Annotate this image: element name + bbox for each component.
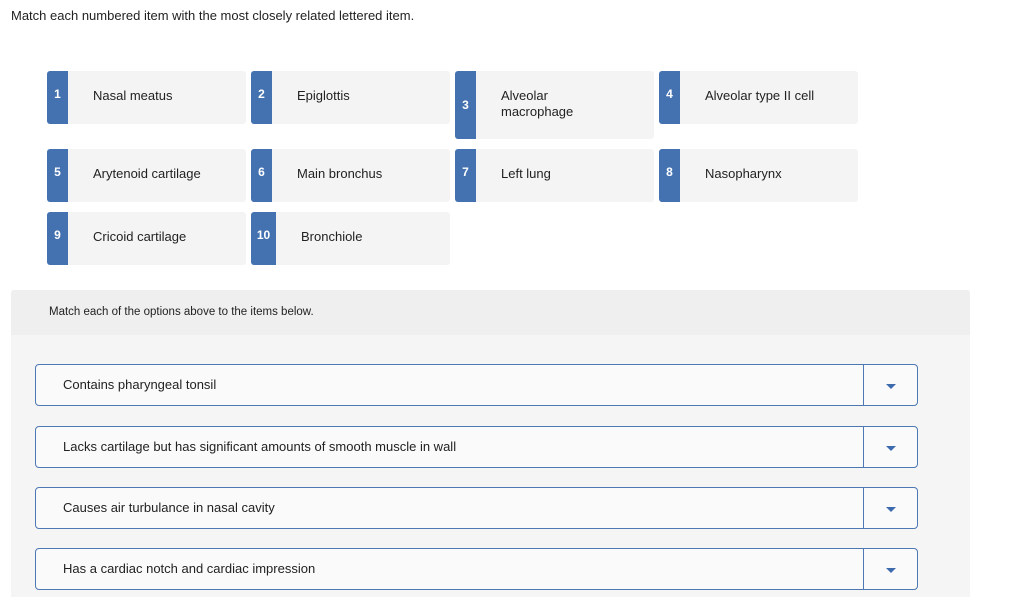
matching-panel: Match each of the options above to the i…: [11, 290, 970, 597]
caret-down-icon: [885, 384, 896, 389]
instruction-text: Match each numbered item with the most c…: [11, 8, 415, 23]
select-prompt: Has a cardiac notch and cardiac impressi…: [63, 561, 316, 576]
numbered-item[interactable]: 1 Nasal meatus: [47, 71, 246, 124]
numbered-item[interactable]: 9 Cricoid cartilage: [47, 212, 246, 265]
item-label: Left lung: [501, 166, 551, 181]
numbered-item[interactable]: 7 Left lung: [455, 149, 654, 202]
item-number: 4: [666, 86, 673, 101]
item-number: 1: [54, 86, 61, 101]
item-number-badge: 1: [47, 71, 68, 124]
items-row: 1 Nasal meatus 2 Epiglottis 3 Alveolar m…: [47, 71, 859, 139]
item-number-badge: 10: [251, 212, 276, 265]
item-label: Alveolar type II cell: [705, 88, 815, 103]
match-select[interactable]: Causes air turbulance in nasal cavity: [35, 487, 918, 529]
match-select[interactable]: Lacks cartilage but has significant amou…: [35, 426, 918, 468]
numbered-item[interactable]: 2 Epiglottis: [251, 71, 450, 124]
item-number: 10: [256, 227, 271, 242]
match-select[interactable]: Has a cardiac notch and cardiac impressi…: [35, 548, 918, 590]
item-number-badge: 3: [455, 71, 476, 139]
numbered-items-grid: 1 Nasal meatus 2 Epiglottis 3 Alveolar m…: [47, 71, 859, 275]
caret-down-icon: [885, 568, 896, 573]
item-number: 5: [54, 164, 61, 179]
item-number-badge: 6: [251, 149, 272, 202]
items-row: 5 Arytenoid cartilage 6 Main bronchus 7 …: [47, 149, 859, 202]
item-label: Nasopharynx: [705, 166, 782, 181]
item-number-badge: 5: [47, 149, 68, 202]
items-row: 9 Cricoid cartilage 10 Bronchiole: [47, 212, 859, 265]
select-prompt: Contains pharyngeal tonsil: [63, 377, 217, 392]
item-label: Bronchiole: [301, 229, 363, 244]
numbered-item[interactable]: 10 Bronchiole: [251, 212, 450, 265]
dropdown-toggle[interactable]: [863, 427, 917, 467]
numbered-item[interactable]: 6 Main bronchus: [251, 149, 450, 202]
item-number: 7: [462, 164, 469, 179]
caret-down-icon: [885, 507, 896, 512]
item-number-badge: 7: [455, 149, 476, 202]
caret-down-icon: [885, 446, 896, 451]
dropdown-toggle[interactable]: [863, 488, 917, 528]
item-number: 6: [258, 164, 265, 179]
select-prompt: Causes air turbulance in nasal cavity: [63, 500, 275, 515]
panel-header-text: Match each of the options above to the i…: [49, 306, 314, 318]
item-label: Alveolar macrophage: [501, 88, 574, 119]
item-number-badge: 4: [659, 71, 680, 124]
item-number: 8: [666, 164, 673, 179]
dropdown-toggle[interactable]: [863, 365, 917, 405]
panel-header: Match each of the options above to the i…: [11, 290, 970, 335]
dropdown-toggle[interactable]: [863, 549, 917, 589]
numbered-item[interactable]: 5 Arytenoid cartilage: [47, 149, 246, 202]
item-number: 2: [258, 86, 265, 101]
item-number-badge: 8: [659, 149, 680, 202]
item-label: Main bronchus: [297, 166, 383, 181]
select-prompt: Lacks cartilage but has significant amou…: [63, 439, 457, 454]
numbered-item[interactable]: 3 Alveolar macrophage: [455, 71, 654, 139]
item-label: Cricoid cartilage: [93, 229, 187, 244]
item-number-badge: 9: [47, 212, 68, 265]
numbered-item[interactable]: 8 Nasopharynx: [659, 149, 858, 202]
item-number: 3: [462, 98, 469, 112]
numbered-item[interactable]: 4 Alveolar type II cell: [659, 71, 858, 124]
match-select[interactable]: Contains pharyngeal tonsil: [35, 364, 918, 406]
item-number-badge: 2: [251, 71, 272, 124]
item-number: 9: [54, 227, 61, 242]
item-label: Epiglottis: [297, 88, 350, 103]
item-label: Arytenoid cartilage: [93, 166, 201, 181]
item-label: Nasal meatus: [93, 88, 173, 103]
